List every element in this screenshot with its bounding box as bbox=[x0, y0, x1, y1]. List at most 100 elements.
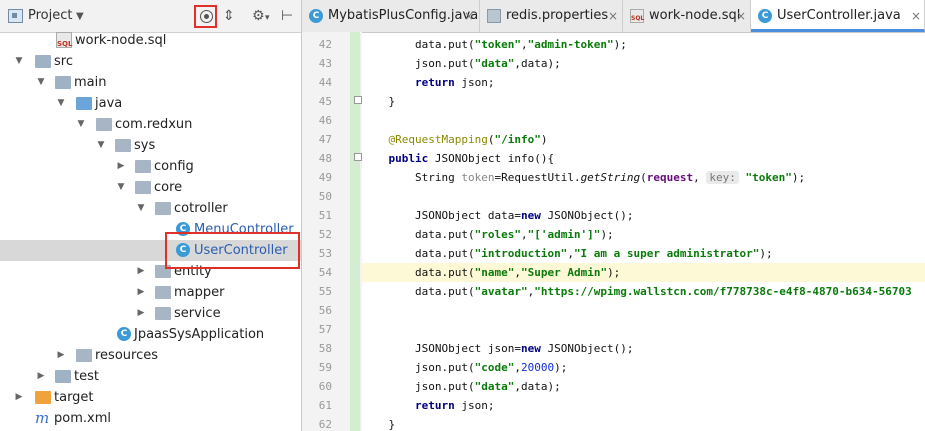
line-number: 61 bbox=[318, 399, 332, 412]
fold-marker-icon[interactable] bbox=[354, 153, 362, 161]
spring-app-icon: C bbox=[117, 327, 131, 341]
tab-label: work-node.sql bbox=[649, 8, 741, 23]
chevron-right-icon[interactable]: ▶ bbox=[13, 387, 25, 408]
close-icon[interactable]: × bbox=[464, 0, 474, 32]
chevron-right-icon[interactable]: ▶ bbox=[135, 261, 147, 282]
tab-work-node-sql[interactable]: SQL work-node.sql × bbox=[623, 0, 751, 32]
close-icon[interactable]: × bbox=[736, 0, 746, 32]
tree-item-label: cotroller bbox=[174, 201, 228, 216]
tree-item-test[interactable]: ▶ test bbox=[0, 366, 301, 387]
tree-item-core[interactable]: ▼ core bbox=[0, 177, 301, 198]
tree-item-src[interactable]: ▼ src bbox=[0, 51, 301, 72]
tree-item-pom-xml[interactable]: m pom.xml bbox=[0, 408, 301, 429]
chevron-right-icon[interactable]: ▶ bbox=[135, 282, 147, 303]
fold-marker-icon[interactable] bbox=[354, 96, 362, 104]
line-number: 43 bbox=[318, 57, 332, 70]
string-literal: "Super Admin" bbox=[520, 266, 608, 279]
line-number: 44 bbox=[318, 76, 332, 89]
code-token: , bbox=[514, 361, 521, 374]
gear-icon[interactable]: ⚙ bbox=[252, 9, 265, 23]
keyword: return bbox=[414, 399, 455, 412]
code-token: ); bbox=[791, 171, 806, 184]
tree-item-com-redxun[interactable]: ▼ com.redxun bbox=[0, 114, 301, 135]
code-token: , bbox=[567, 247, 574, 260]
chevron-down-icon[interactable]: ▼ bbox=[95, 135, 107, 156]
chevron-down-icon[interactable]: ▼ bbox=[135, 198, 147, 219]
code-token: json; bbox=[454, 76, 495, 89]
tree-item-cotroller[interactable]: ▼ cotroller bbox=[0, 198, 301, 219]
chevron-right-icon[interactable]: ▶ bbox=[55, 345, 67, 366]
line-number: 56 bbox=[318, 304, 332, 317]
chevron-down-icon[interactable]: ▼ bbox=[115, 177, 127, 198]
keyword: new bbox=[520, 209, 541, 222]
line-number: 55 bbox=[318, 285, 332, 298]
tree-item-work-node-sql[interactable]: SQL work-node.sql bbox=[0, 30, 301, 51]
gear-dropdown-icon[interactable]: ▾ bbox=[265, 11, 270, 25]
scroll-from-source-button[interactable] bbox=[194, 5, 217, 28]
tab-redis-properties[interactable]: redis.properties × bbox=[480, 0, 623, 32]
close-icon[interactable]: × bbox=[608, 0, 618, 32]
string-literal: "avatar" bbox=[474, 285, 528, 298]
unused-variable: token bbox=[461, 171, 495, 184]
line-number: 46 bbox=[318, 114, 332, 127]
code-token: , bbox=[520, 38, 528, 51]
chevron-right-icon[interactable]: ▶ bbox=[115, 156, 127, 177]
code-token: ); bbox=[600, 228, 614, 241]
tree-item-jpaassysapplication[interactable]: C JpaasSysApplication bbox=[0, 324, 301, 345]
number-literal: 20000 bbox=[520, 361, 555, 374]
code-line: JSONObject data=new JSONObject(); bbox=[362, 206, 925, 225]
tree-item-label: config bbox=[154, 159, 194, 174]
chevron-right-icon[interactable]: ▶ bbox=[35, 366, 47, 387]
tree-item-target[interactable]: ▶ target bbox=[0, 387, 301, 408]
tree-item-mapper[interactable]: ▶ mapper bbox=[0, 282, 301, 303]
properties-file-icon bbox=[487, 9, 501, 23]
folder-icon bbox=[55, 370, 71, 383]
string-literal: "https://wpimg.wallstcn.com/f778738c-e4f… bbox=[534, 285, 912, 298]
chevron-down-icon[interactable]: ▼ bbox=[76, 8, 84, 26]
code-line: data.put("avatar","https://wpimg.wallstc… bbox=[362, 282, 925, 301]
code-line: JSONObject json=new JSONObject(); bbox=[362, 339, 925, 358]
tab-label: redis.properties bbox=[506, 8, 609, 23]
folder-icon bbox=[35, 55, 51, 68]
source-folder-icon bbox=[76, 97, 92, 110]
string-literal: "token" bbox=[745, 171, 792, 184]
target-icon bbox=[200, 10, 213, 23]
line-number: 52 bbox=[318, 228, 332, 241]
chevron-down-icon[interactable]: ▼ bbox=[13, 51, 25, 72]
close-icon[interactable]: × bbox=[911, 0, 921, 32]
code-token: } bbox=[388, 95, 396, 108]
tree-item-label: mapper bbox=[174, 285, 225, 300]
code-token: ); bbox=[759, 247, 773, 260]
highlight-box bbox=[165, 232, 300, 269]
tree-item-label: JpaasSysApplication bbox=[134, 327, 265, 342]
line-number: 45 bbox=[318, 95, 332, 108]
tree-item-label: target bbox=[54, 390, 94, 405]
chevron-right-icon[interactable]: ▶ bbox=[135, 303, 147, 324]
code-editor[interactable]: data.put("token","admin-token"); json.pu… bbox=[362, 32, 925, 431]
package-icon bbox=[135, 160, 151, 173]
collapse-all-icon[interactable]: ⇕ bbox=[223, 9, 235, 23]
tree-item-resources[interactable]: ▶ resources bbox=[0, 345, 301, 366]
chevron-down-icon[interactable]: ▼ bbox=[35, 72, 47, 93]
chevron-down-icon[interactable]: ▼ bbox=[55, 93, 67, 114]
tree-item-service[interactable]: ▶ service bbox=[0, 303, 301, 324]
line-number: 42 bbox=[318, 38, 332, 51]
tree-item-sys[interactable]: ▼ sys bbox=[0, 135, 301, 156]
code-token: JSONObject json= bbox=[414, 342, 521, 355]
tab-mybatisplusconfig[interactable]: C MybatisPlusConfig.java × bbox=[302, 0, 480, 32]
tab-usercontroller[interactable]: C UserController.java × bbox=[751, 0, 925, 32]
package-icon bbox=[155, 307, 171, 320]
hide-panel-icon[interactable]: ⊢ bbox=[281, 9, 293, 23]
tree-item-main[interactable]: ▼ main bbox=[0, 72, 301, 93]
chevron-down-icon[interactable]: ▼ bbox=[75, 114, 87, 135]
code-line: return json; bbox=[362, 73, 925, 92]
tree-item-java[interactable]: ▼ java bbox=[0, 93, 301, 114]
project-view-title[interactable]: Project bbox=[28, 7, 72, 25]
tree-item-config[interactable]: ▶ config bbox=[0, 156, 301, 177]
sql-file-icon: SQL bbox=[630, 9, 644, 23]
code-token: JSONObject(); bbox=[540, 342, 634, 355]
code-line: @RequestMapping("/info") bbox=[362, 130, 925, 149]
package-icon bbox=[115, 139, 131, 152]
tree-item-label: test bbox=[74, 369, 99, 384]
code-line: json.put("data",data); bbox=[362, 54, 925, 73]
